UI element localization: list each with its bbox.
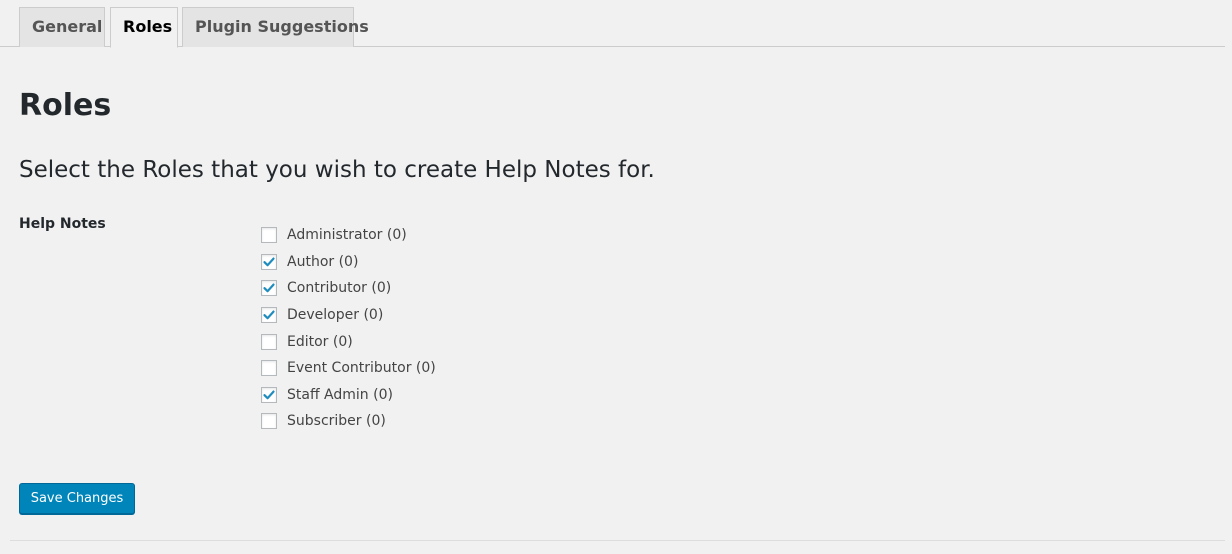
role-label-administrator[interactable]: Administrator (0) <box>287 225 407 245</box>
role-label-developer[interactable]: Developer (0) <box>287 305 383 325</box>
role-checkbox-developer[interactable] <box>261 307 277 324</box>
role-checkbox-editor[interactable] <box>261 333 277 350</box>
role-item-administrator: Administrator (0) <box>261 222 436 249</box>
tab-bar: General Roles Plugin Suggestions <box>0 0 1225 48</box>
save-changes-button[interactable]: Save Changes <box>19 483 135 514</box>
role-item-event-contributor: Event Contributor (0) <box>261 355 436 382</box>
role-checkbox-staff-admin[interactable] <box>261 386 277 403</box>
role-checkbox-administrator[interactable] <box>261 227 277 244</box>
role-checkbox-list: Administrator (0) Author (0) Contributor… <box>261 222 436 435</box>
role-checkbox-contributor[interactable] <box>261 280 277 297</box>
role-checkbox-subscriber[interactable] <box>261 413 277 430</box>
tab-general[interactable]: General <box>19 7 105 47</box>
check-icon <box>263 283 275 293</box>
check-icon <box>263 257 275 267</box>
tab-roles[interactable]: Roles <box>110 7 178 48</box>
page-subtitle: Select the Roles that you wish to create… <box>19 157 655 183</box>
role-label-subscriber[interactable]: Subscriber (0) <box>287 411 386 431</box>
role-label-editor[interactable]: Editor (0) <box>287 332 353 352</box>
role-label-event-contributor[interactable]: Event Contributor (0) <box>287 358 436 378</box>
check-icon <box>263 310 275 320</box>
role-item-contributor: Contributor (0) <box>261 275 436 302</box>
role-label-author[interactable]: Author (0) <box>287 252 358 272</box>
role-item-staff-admin: Staff Admin (0) <box>261 382 436 409</box>
role-label-contributor[interactable]: Contributor (0) <box>287 278 391 298</box>
page-title: Roles <box>19 88 112 123</box>
role-item-developer: Developer (0) <box>261 302 436 329</box>
bottom-divider <box>10 540 1225 541</box>
role-checkbox-author[interactable] <box>261 253 277 270</box>
role-item-author: Author (0) <box>261 249 436 276</box>
role-label-staff-admin[interactable]: Staff Admin (0) <box>287 385 393 405</box>
role-item-subscriber: Subscriber (0) <box>261 408 436 435</box>
tab-plugin-suggestions[interactable]: Plugin Suggestions <box>182 7 369 47</box>
role-item-editor: Editor (0) <box>261 328 436 355</box>
check-icon <box>263 390 275 400</box>
help-notes-label: Help Notes <box>19 216 106 232</box>
role-checkbox-event-contributor[interactable] <box>261 360 277 377</box>
